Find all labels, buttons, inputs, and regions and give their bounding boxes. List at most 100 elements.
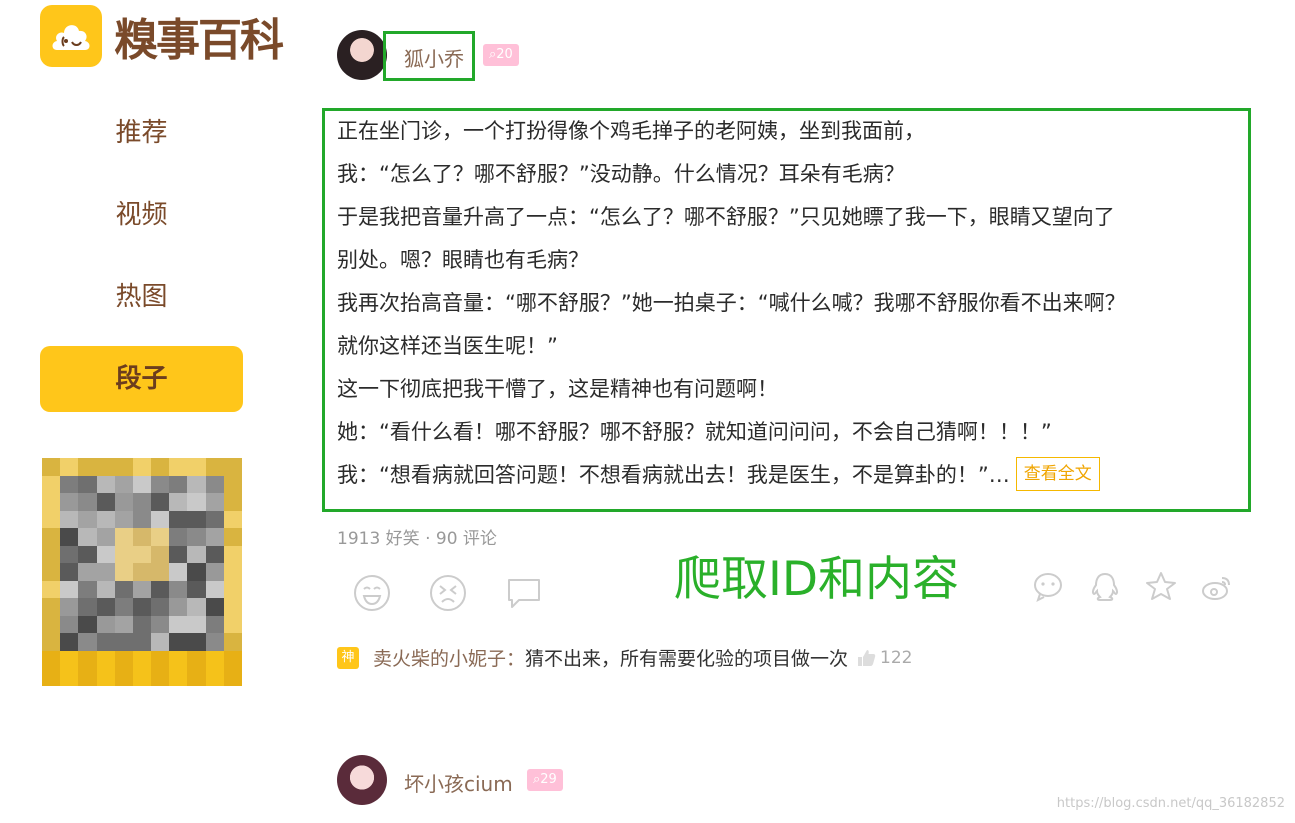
qr-cell xyxy=(114,615,133,634)
qq-icon[interactable] xyxy=(1088,570,1122,604)
qr-cell xyxy=(151,475,170,494)
qr-cell xyxy=(223,615,242,634)
qr-cell xyxy=(169,668,188,686)
qr-cell xyxy=(60,563,79,581)
qzone-star-icon[interactable] xyxy=(1144,570,1178,604)
nav-item-recommend[interactable]: 推荐 xyxy=(40,100,243,166)
qr-cell xyxy=(114,510,133,529)
qr-cell xyxy=(187,650,206,669)
qr-cell xyxy=(132,475,152,494)
avatar[interactable] xyxy=(337,30,387,80)
qr-cell xyxy=(151,563,170,581)
qr-cell xyxy=(42,615,61,634)
qr-cell xyxy=(151,633,170,651)
qr-cell xyxy=(187,633,206,651)
comment-icon[interactable] xyxy=(504,573,544,613)
qr-cell xyxy=(96,563,115,581)
qr-cell xyxy=(169,633,188,651)
wechat-icon[interactable] xyxy=(1032,570,1066,604)
qr-cell xyxy=(42,458,61,476)
qr-cell xyxy=(223,633,242,651)
site-logo[interactable]: 糗事百科 xyxy=(40,4,284,68)
nav-item-hot-pics[interactable]: 热图 xyxy=(40,264,243,330)
qr-cell xyxy=(42,475,61,494)
qr-cell xyxy=(223,580,242,599)
content-line: 她：“看什么看！哪不舒服？哪不舒服？就知道问问问，不会自己猜啊！！！” xyxy=(337,420,1052,444)
content-line: 我：“想看病就回答问题！不想看病就出去！我是医生，不是算卦的！”… xyxy=(337,463,1010,487)
qr-cell xyxy=(169,598,188,616)
qr-cell xyxy=(187,563,206,581)
commenter-name[interactable]: 卖火柴的小妮子： xyxy=(373,644,525,671)
qr-cell xyxy=(42,633,61,651)
nav-item-jokes[interactable]: 段子 xyxy=(40,346,243,412)
cry-icon[interactable] xyxy=(428,573,468,613)
thumbs-up-icon xyxy=(858,649,876,666)
qr-cell xyxy=(114,598,133,616)
logo-text: 糗事百科 xyxy=(114,15,284,66)
post-content[interactable]: 正在坐门诊，一个打扮得像个鸡毛掸子的老阿姨，坐到我面前， 我：“怎么了？哪不舒服… xyxy=(337,110,1237,497)
qr-cell xyxy=(60,668,79,686)
qr-cell xyxy=(132,633,152,651)
qr-cell xyxy=(205,633,224,651)
qr-cell xyxy=(78,458,97,476)
avatar[interactable] xyxy=(337,755,387,805)
annotation-label: 爬取ID和内容 xyxy=(674,552,960,607)
qr-cell xyxy=(169,545,188,564)
qr-cell xyxy=(96,458,115,476)
qr-cell xyxy=(114,528,133,546)
qr-cell xyxy=(78,563,97,581)
qr-cell xyxy=(151,668,170,686)
qr-cell xyxy=(223,475,242,494)
qr-cell xyxy=(114,580,133,599)
qr-cell xyxy=(96,528,115,546)
qr-cell xyxy=(223,493,242,511)
qr-cell xyxy=(169,475,188,494)
qr-cell xyxy=(96,580,115,599)
vote-actions xyxy=(352,573,544,613)
qr-cell xyxy=(60,458,79,476)
qr-cell xyxy=(151,528,170,546)
qr-cell xyxy=(42,528,61,546)
read-more-button[interactable]: 查看全文 xyxy=(1015,457,1100,491)
qr-cell xyxy=(169,528,188,546)
qr-cell xyxy=(205,458,224,476)
nav-item-video[interactable]: 视频 xyxy=(40,182,243,248)
qr-cell xyxy=(114,493,133,511)
qr-cell xyxy=(151,545,170,564)
top-comment: 神 卖火柴的小妮子： 猜不出来，所有需要化验的项目做一次 122 xyxy=(337,644,912,671)
qr-cell xyxy=(187,598,206,616)
content-line-last: 我：“想看病就回答问题！不想看病就出去！我是医生，不是算卦的！”… 查看全文 xyxy=(337,454,1237,497)
qr-cell xyxy=(60,598,79,616)
qr-cell xyxy=(96,510,115,529)
qr-cell xyxy=(78,633,97,651)
qr-cell xyxy=(96,633,115,651)
qr-cell xyxy=(132,580,152,599)
qr-cell xyxy=(187,580,206,599)
qr-cell xyxy=(187,475,206,494)
qr-cell xyxy=(114,633,133,651)
qr-cell xyxy=(223,545,242,564)
qr-cell xyxy=(114,545,133,564)
qr-cell xyxy=(151,458,170,476)
qr-cell xyxy=(60,580,79,599)
qr-cell xyxy=(96,668,115,686)
qr-cell xyxy=(205,580,224,599)
qr-cell xyxy=(169,615,188,634)
qr-cell xyxy=(187,668,206,686)
qr-cell xyxy=(42,563,61,581)
level-badge: ⌕29 xyxy=(527,769,563,791)
qr-cell xyxy=(42,493,61,511)
qr-cell xyxy=(223,668,242,686)
share-actions xyxy=(1032,570,1234,604)
qr-cell xyxy=(223,458,242,476)
level-value: 29 xyxy=(540,772,557,787)
level-badge: ⌕20 xyxy=(483,44,519,66)
comment-like[interactable]: 122 xyxy=(856,648,912,668)
weibo-icon[interactable] xyxy=(1200,570,1234,604)
content-line: 别处。嗯？眼睛也有毛病？ xyxy=(337,248,589,272)
next-post-username[interactable]: 坏小孩cium xyxy=(404,768,513,797)
qr-code-image xyxy=(26,454,258,706)
qr-cell xyxy=(78,650,97,669)
qr-cell xyxy=(187,510,206,529)
smile-icon[interactable] xyxy=(352,573,392,613)
